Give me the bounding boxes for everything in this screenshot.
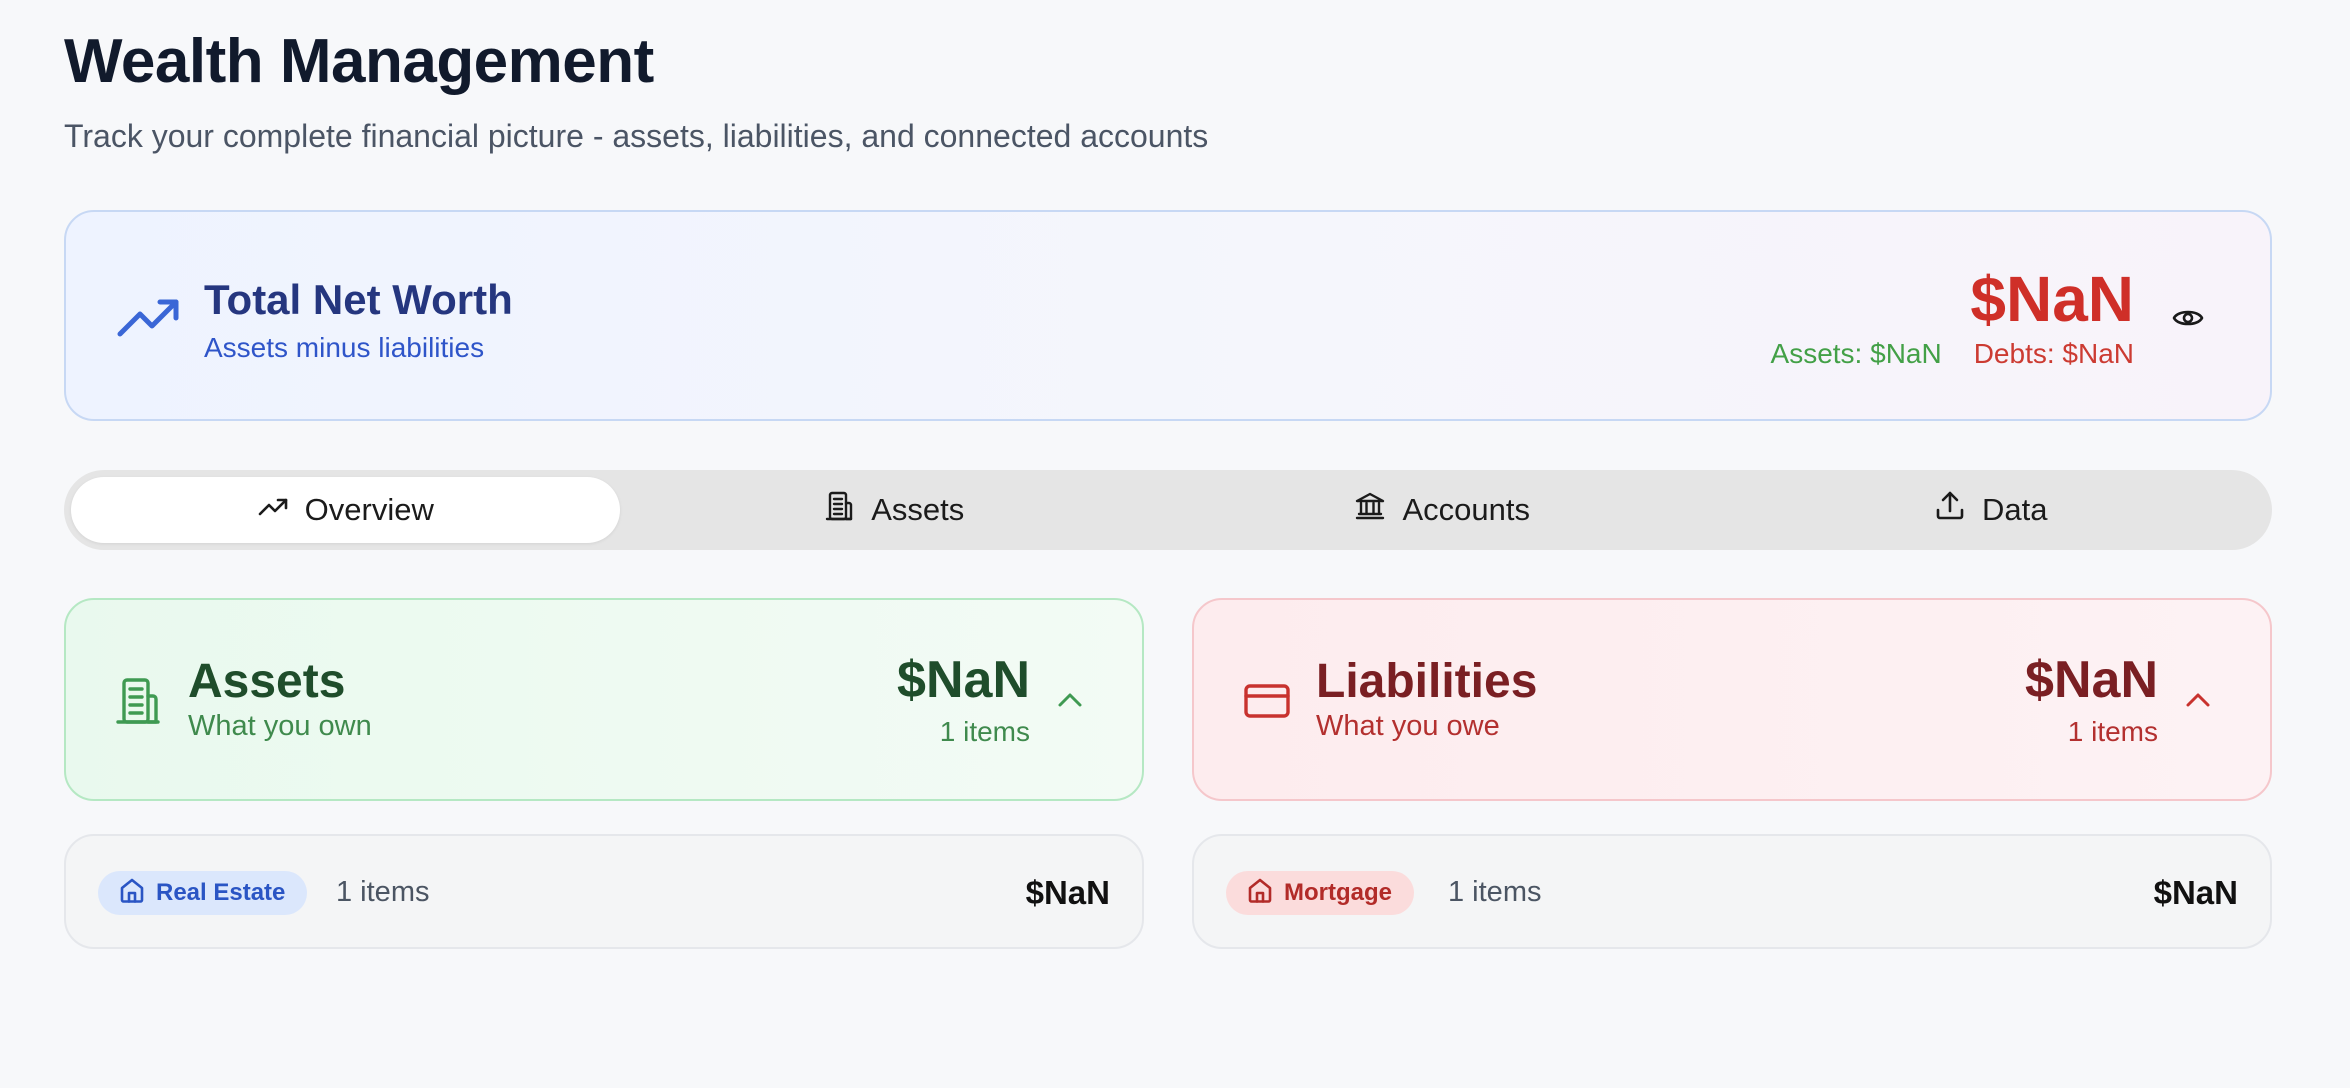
credit-card-icon <box>1242 676 1292 726</box>
tab-accounts[interactable]: Accounts <box>1168 477 1717 543</box>
net-worth-breakdown: Assets: $NaN Debts: $NaN <box>1771 338 2134 370</box>
tab-data-label: Data <box>1982 492 2048 527</box>
home-icon <box>118 876 146 911</box>
liability-category-row[interactable]: Mortgage 1 items $NaN <box>1192 834 2272 949</box>
category-badge-mortgage: Mortgage <box>1226 871 1414 915</box>
building-icon <box>823 490 855 530</box>
assets-summary-title: Assets <box>188 655 346 708</box>
liabilities-summary-card[interactable]: Liabilities What you owe $NaN 1 items <box>1192 598 2272 801</box>
assets-summary-subtitle: What you own <box>188 710 372 742</box>
assets-summary-count: 1 items <box>939 716 1030 747</box>
liabilities-summary-title: Liabilities <box>1316 655 1538 708</box>
assets-summary-card[interactable]: Assets What you own $NaN 1 items <box>64 598 1144 801</box>
tab-overview[interactable]: Overview <box>71 477 620 543</box>
page-title: Wealth Management <box>64 27 654 96</box>
net-worth-title: Total Net Worth <box>204 276 513 323</box>
chevron-up-icon <box>1056 686 1084 719</box>
category-count: 1 items <box>336 876 430 908</box>
category-count: 1 items <box>1448 876 1542 908</box>
section-tabs: Overview Assets Accounts Data <box>64 470 2272 550</box>
tab-assets[interactable]: Assets <box>620 477 1169 543</box>
bank-icon <box>1354 490 1386 530</box>
home-icon <box>1246 876 1274 911</box>
eye-icon <box>2172 302 2204 339</box>
wealth-management-page: Wealth Management Track your complete fi… <box>0 0 2350 1088</box>
trending-up-icon <box>116 296 180 340</box>
building-icon <box>114 676 164 726</box>
category-value: $NaN <box>1025 874 1110 911</box>
tab-overview-label: Overview <box>304 492 434 527</box>
net-worth-debts-total: Debts: $NaN <box>1973 338 2134 369</box>
liabilities-summary-count: 1 items <box>2067 716 2158 747</box>
upload-icon <box>1934 490 1966 530</box>
category-badge-label: Mortgage <box>1284 879 1392 906</box>
assets-collapse-button[interactable] <box>1052 684 1088 720</box>
category-value: $NaN <box>2153 874 2238 911</box>
liabilities-collapse-button[interactable] <box>2180 684 2216 720</box>
toggle-visibility-button[interactable] <box>2168 300 2208 340</box>
tab-data[interactable]: Data <box>1717 477 2266 543</box>
net-worth-assets-total: Assets: $NaN <box>1770 338 1942 369</box>
trending-up-icon <box>257 490 289 530</box>
tab-assets-label: Assets <box>871 492 965 527</box>
category-badge-label: Real Estate <box>156 879 286 906</box>
net-worth-subtitle: Assets minus liabilities <box>204 332 485 363</box>
net-worth-value: $NaN <box>1970 263 2134 335</box>
page-subtitle: Track your complete financial picture - … <box>64 118 1209 154</box>
chevron-up-icon <box>2184 686 2212 719</box>
category-badge-real-estate: Real Estate <box>98 871 308 915</box>
assets-summary-value: $NaN <box>897 651 1030 709</box>
tab-accounts-label: Accounts <box>1402 492 1530 527</box>
liabilities-summary-value: $NaN <box>2025 651 2158 709</box>
net-worth-card: Total Net Worth Assets minus liabilities… <box>64 210 2272 421</box>
asset-category-row[interactable]: Real Estate 1 items $NaN <box>64 834 1144 949</box>
liabilities-summary-subtitle: What you owe <box>1316 710 1500 742</box>
